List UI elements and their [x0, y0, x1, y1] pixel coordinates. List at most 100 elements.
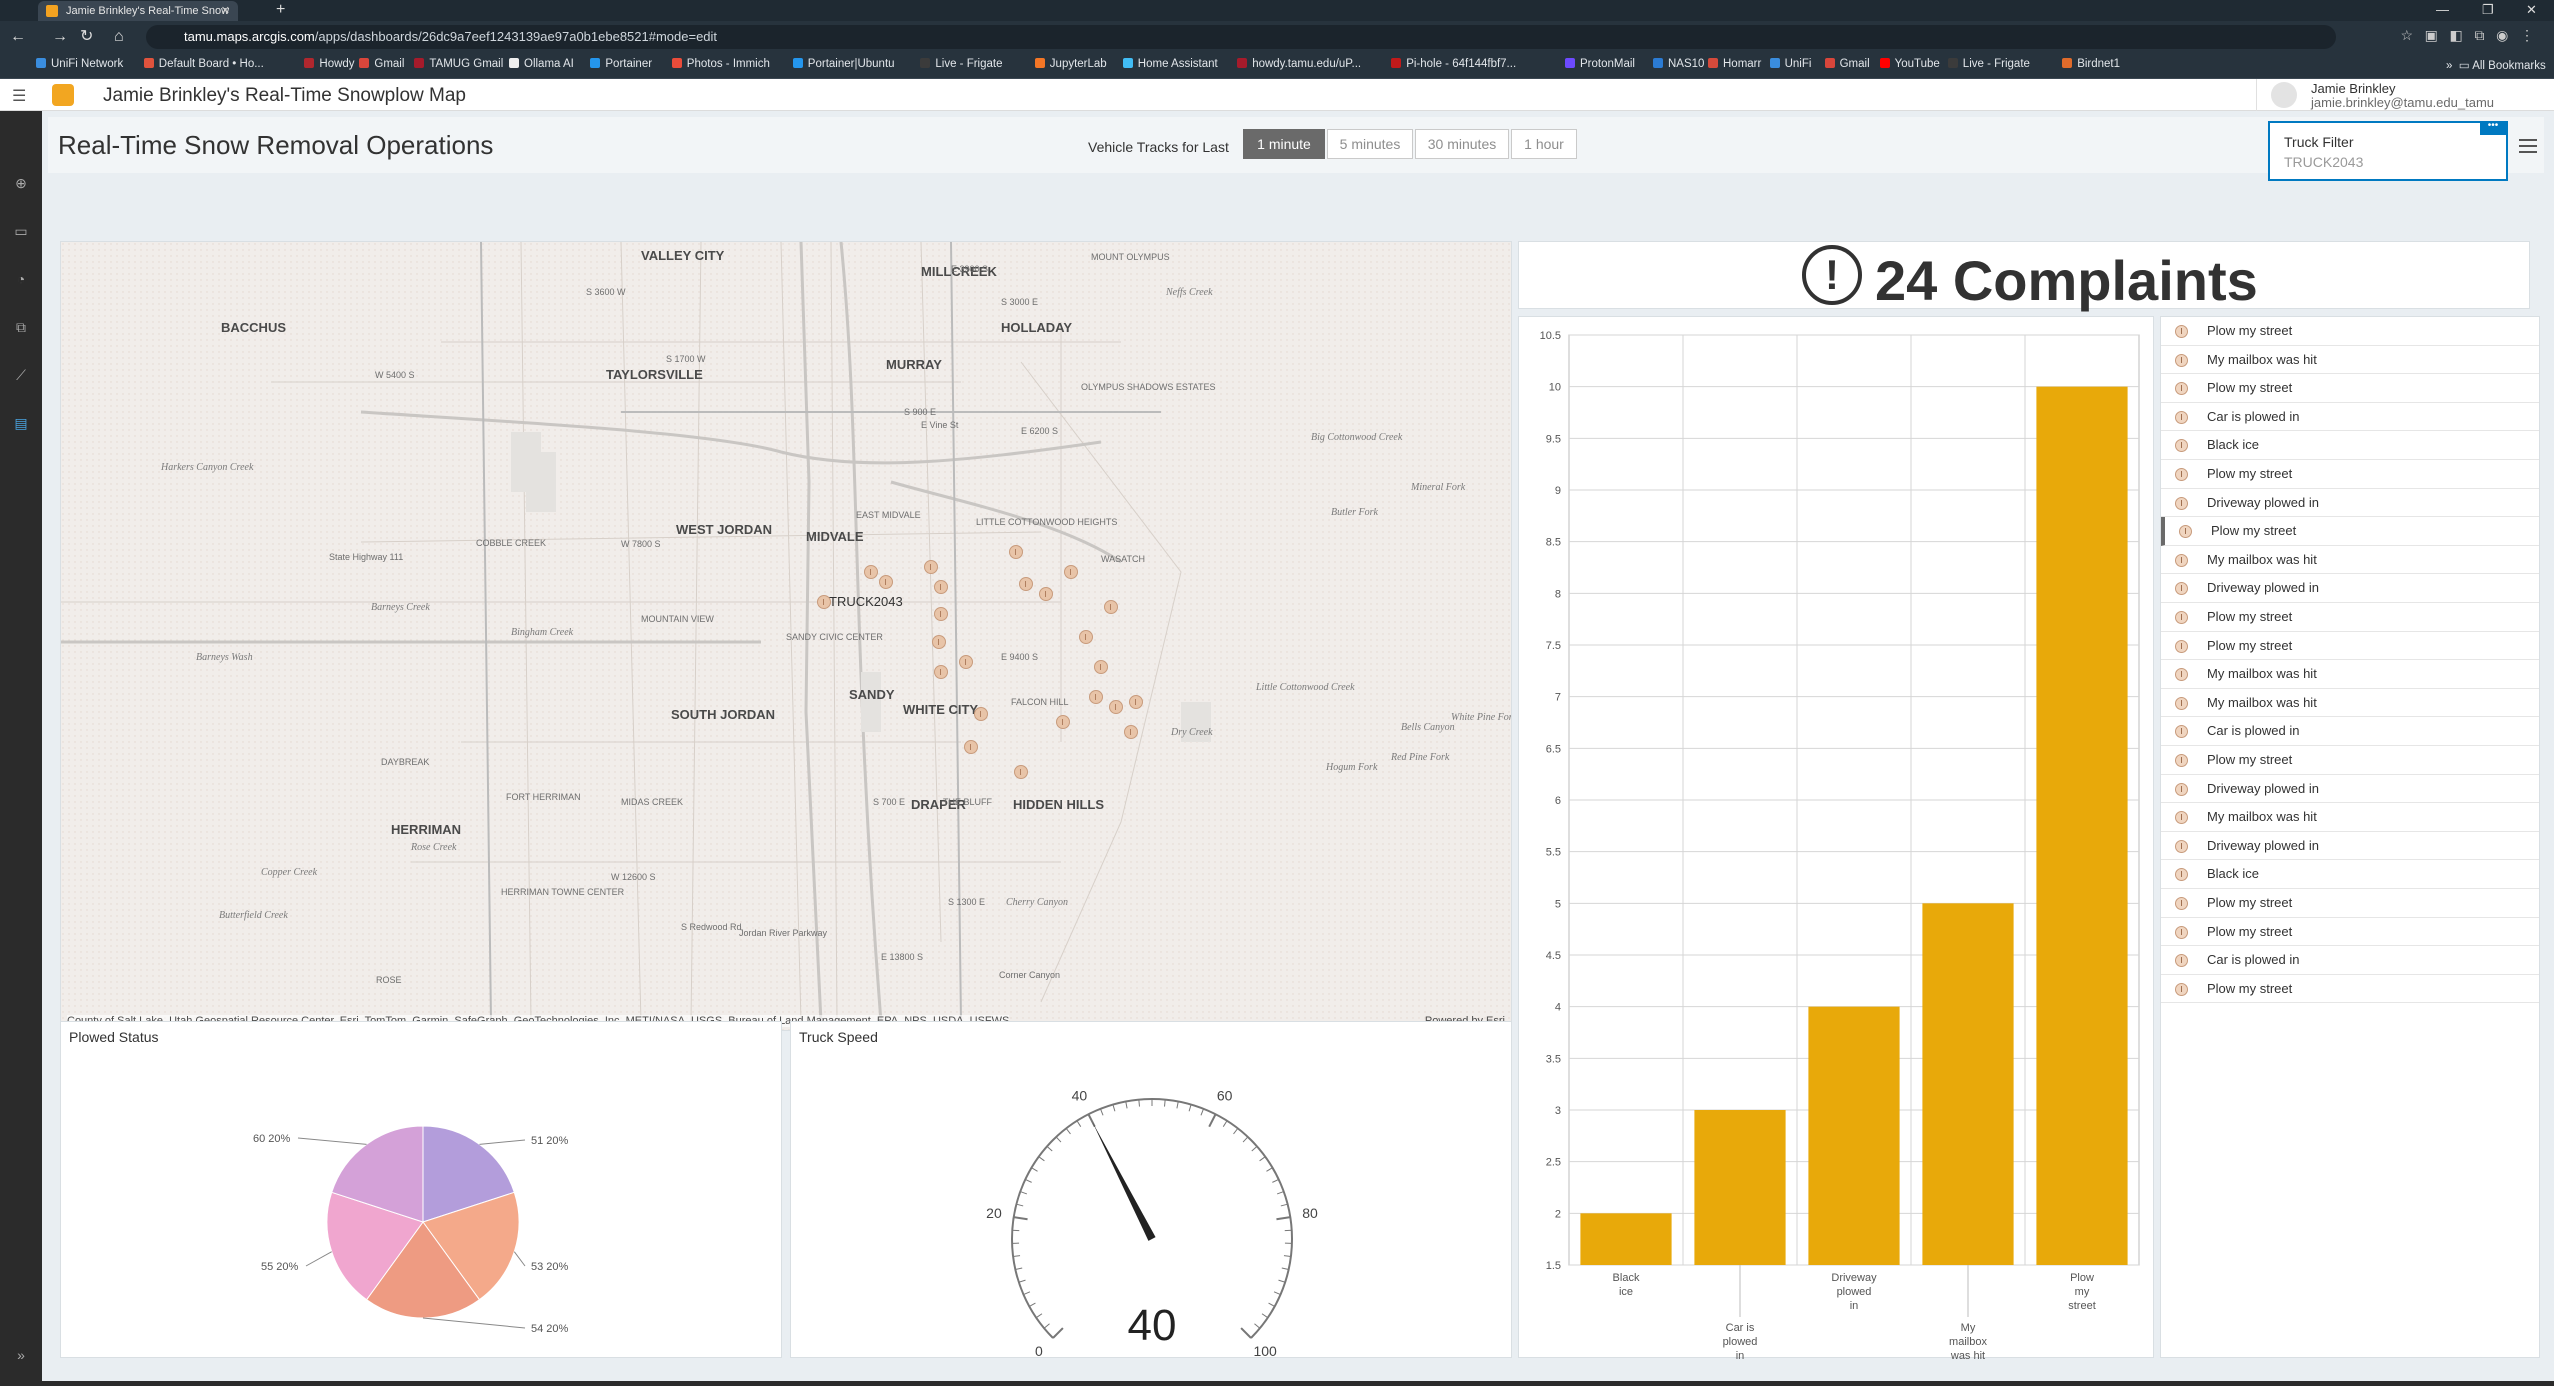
bookmark-item[interactable]: Ollama AI — [509, 58, 574, 70]
bar[interactable] — [1922, 903, 2014, 1265]
complaint-marker-icon[interactable] — [1089, 690, 1103, 704]
list-item[interactable]: My mailbox was hit — [2161, 346, 2539, 375]
add-element-icon[interactable]: ⊕ — [12, 175, 30, 193]
list-item[interactable]: Plow my street — [2161, 975, 2539, 1004]
complaint-marker-icon[interactable] — [974, 707, 988, 721]
bookmark-item[interactable]: Howdy — [304, 58, 355, 70]
complaint-marker-icon[interactable] — [1019, 577, 1033, 591]
forward-icon[interactable]: → — [52, 27, 68, 47]
list-item[interactable]: Plow my street — [2161, 889, 2539, 918]
list-item[interactable]: Plow my street — [2161, 517, 2539, 546]
complaint-marker-icon[interactable] — [1094, 660, 1108, 674]
bookmark-item[interactable]: Homarr — [1708, 58, 1761, 70]
extension-icons[interactable]: ☆ ▣ ◧ ⧉ ◉ ⋮ — [2400, 27, 2534, 44]
complaint-marker-icon[interactable] — [879, 575, 893, 589]
url-field[interactable]: tamu.maps.arcgis.com/apps/dashboards/26d… — [146, 25, 2336, 49]
app-menu-icon[interactable]: ☰ — [12, 86, 26, 106]
complaint-marker-icon[interactable] — [934, 580, 948, 594]
list-item[interactable]: Driveway plowed in — [2161, 489, 2539, 518]
user-menu[interactable]: Jamie Brinkley jamie.brinkley@tamu.edu_t… — [2256, 79, 2554, 111]
bookmark-item[interactable]: JupyterLab — [1034, 58, 1107, 70]
bookmark-item[interactable]: UniFi Network — [36, 58, 123, 70]
list-item[interactable]: Black ice — [2161, 431, 2539, 460]
complaint-marker-icon[interactable] — [1039, 587, 1053, 601]
list-item[interactable]: My mailbox was hit — [2161, 546, 2539, 575]
new-tab-icon[interactable]: + — [276, 0, 285, 20]
bookmark-item[interactable]: UniFi — [1769, 58, 1811, 70]
bookmark-item[interactable]: Birdnet1 — [2062, 58, 2120, 70]
bookmark-item[interactable]: Live - Frigate — [920, 58, 1003, 70]
bookmark-item[interactable]: Portainer|Ubuntu — [792, 58, 895, 70]
back-icon[interactable]: ← — [10, 27, 26, 47]
bar[interactable] — [1808, 1006, 1900, 1265]
complaint-marker-icon[interactable] — [1056, 715, 1070, 729]
bookmark-item[interactable]: NAS10 — [1653, 58, 1704, 70]
list-item[interactable]: Plow my street — [2161, 918, 2539, 947]
bar[interactable] — [1694, 1110, 1786, 1265]
list-item[interactable]: My mailbox was hit — [2161, 660, 2539, 689]
list-item[interactable]: Driveway plowed in — [2161, 574, 2539, 603]
close-window-icon[interactable]: ✕ — [2526, 0, 2537, 20]
bookmark-item[interactable]: howdy.tamu.edu/uP... — [1237, 58, 1361, 70]
bar[interactable] — [2036, 386, 2128, 1266]
complaint-marker-icon[interactable] — [817, 595, 831, 609]
dashboard-menu-icon[interactable] — [2519, 139, 2537, 153]
complaint-list[interactable]: Plow my street My mailbox was hit Plow my … — [2160, 316, 2540, 1358]
truck-filter-options-icon[interactable]: ••• — [2480, 121, 2506, 135]
list-item[interactable]: My mailbox was hit — [2161, 689, 2539, 718]
bookmark-item[interactable]: Gmail — [1824, 58, 1870, 70]
complaint-marker-icon[interactable] — [934, 665, 948, 679]
complaint-marker-icon[interactable] — [864, 565, 878, 579]
all-bookmarks[interactable]: » ▭ All Bookmarks — [2446, 58, 2546, 72]
complaint-marker-icon[interactable] — [1009, 545, 1023, 559]
browser-tab[interactable]: Jamie Brinkley's Real-Time Snow ✕ — [38, 1, 238, 21]
bookmark-item[interactable]: ProtonMail — [1565, 58, 1635, 70]
complaint-marker-icon[interactable] — [1104, 600, 1118, 614]
tracks-option-1-minute[interactable]: 1 minute — [1243, 129, 1325, 159]
bookmark-item[interactable]: Portainer — [590, 58, 652, 70]
complaint-marker-icon[interactable] — [1124, 725, 1138, 739]
tab-close-icon[interactable]: ✕ — [221, 1, 230, 21]
bookmark-item[interactable]: YouTube — [1879, 58, 1940, 70]
theme-icon[interactable]: ◔ — [12, 271, 30, 289]
tracks-option-30-minutes[interactable]: 30 minutes — [1415, 129, 1509, 159]
list-item[interactable]: Plow my street — [2161, 603, 2539, 632]
restore-icon[interactable]: ❐ — [2482, 0, 2494, 20]
header-icon[interactable]: ▭ — [12, 223, 30, 241]
reload-icon[interactable]: ↻ — [80, 27, 93, 47]
map-panel[interactable]: MILLCREEK HOLLADAY MURRAY TAYLORSVILLE BACCH… — [60, 241, 1512, 1031]
list-item[interactable]: Plow my street — [2161, 746, 2539, 775]
complaint-marker-icon[interactable] — [1129, 695, 1143, 709]
complaint-marker-icon[interactable] — [932, 635, 946, 649]
layout-icon[interactable]: ⧉ — [12, 319, 30, 337]
bookmark-item[interactable]: Live - Frigate — [1947, 58, 2030, 70]
complaint-marker-icon[interactable] — [964, 740, 978, 754]
tracks-option-5-minutes[interactable]: 5 minutes — [1327, 129, 1413, 159]
truck-filter[interactable]: Truck Filter TRUCK2043 ••• — [2268, 121, 2508, 181]
list-item[interactable]: Car is plowed in — [2161, 717, 2539, 746]
expand-sidebar-icon[interactable]: » — [12, 1347, 30, 1365]
list-item[interactable]: Driveway plowed in — [2161, 832, 2539, 861]
complaint-marker-icon[interactable] — [934, 607, 948, 621]
bookmark-item[interactable]: Home Assistant — [1122, 58, 1218, 70]
complaint-marker-icon[interactable] — [1079, 630, 1093, 644]
bookmark-item[interactable]: Gmail — [359, 58, 404, 70]
complaint-marker-icon[interactable] — [1109, 700, 1123, 714]
list-item[interactable]: Car is plowed in — [2161, 946, 2539, 975]
tracks-option-1-hour[interactable]: 1 hour — [1511, 129, 1577, 159]
list-item[interactable]: Plow my street — [2161, 374, 2539, 403]
list-item[interactable]: Black ice — [2161, 860, 2539, 889]
bookmark-item[interactable]: Pi-hole - 64f144fbf7... — [1391, 58, 1516, 70]
data-icon[interactable]: ▤ — [12, 415, 30, 433]
bookmark-item[interactable]: Default Board • Ho... — [143, 58, 264, 70]
home-icon[interactable]: ⌂ — [114, 27, 124, 47]
bookmark-item[interactable]: TAMUG Gmail — [414, 58, 503, 70]
list-item[interactable]: Driveway plowed in — [2161, 775, 2539, 804]
minimize-icon[interactable]: — — [2436, 0, 2449, 20]
list-item[interactable]: Plow my street — [2161, 632, 2539, 661]
bar[interactable] — [1580, 1213, 1672, 1265]
list-item[interactable]: Plow my street — [2161, 460, 2539, 489]
complaint-marker-icon[interactable] — [1014, 765, 1028, 779]
complaint-marker-icon[interactable] — [924, 560, 938, 574]
chart-icon[interactable]: ⟋ — [12, 367, 30, 385]
